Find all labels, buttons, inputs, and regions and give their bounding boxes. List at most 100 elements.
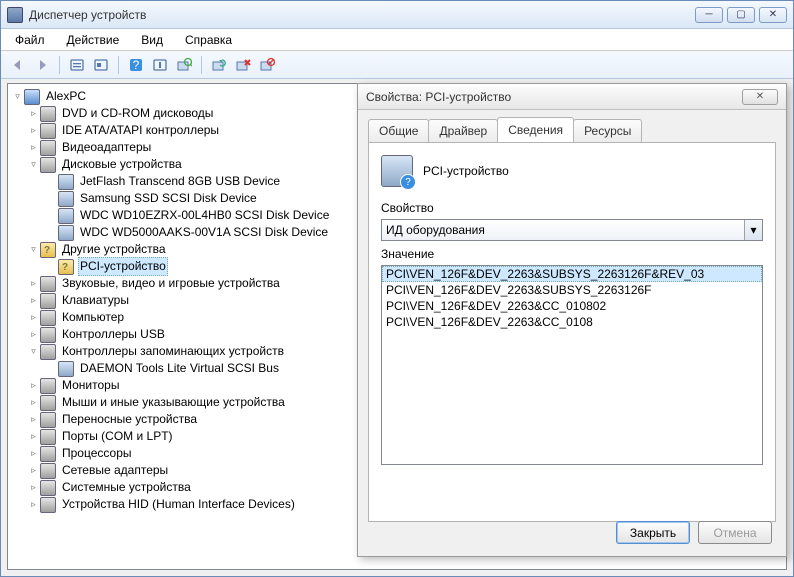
help-button[interactable]: ? [125, 54, 147, 76]
menu-help[interactable]: Справка [175, 31, 242, 49]
tree-ports[interactable]: Порты (COM и LPT) [60, 428, 175, 445]
drive-icon [58, 191, 74, 207]
expand-icon[interactable]: ▹ [28, 142, 39, 153]
category-icon [40, 344, 56, 360]
disable-button[interactable] [256, 54, 278, 76]
close-button[interactable]: ✕ [759, 7, 787, 23]
uninstall-button[interactable] [232, 54, 254, 76]
toolbar: ? [1, 51, 793, 79]
expand-icon[interactable]: ▹ [28, 108, 39, 119]
expand-icon[interactable]: ▿ [28, 159, 39, 170]
tree-pci-device[interactable]: PCI-устройство [78, 257, 168, 276]
expand-icon[interactable]: ▹ [28, 465, 39, 476]
unknown-device-icon [58, 259, 74, 275]
expand-icon[interactable]: ▹ [28, 380, 39, 391]
scan-button[interactable] [173, 54, 195, 76]
category-icon [40, 395, 56, 411]
tab-general[interactable]: Общие [368, 119, 429, 142]
drive-icon [58, 208, 74, 224]
expand-icon[interactable]: ▹ [28, 278, 39, 289]
tree-storage-ctl[interactable]: Контроллеры запоминающих устройств [60, 343, 286, 360]
computer-icon [24, 89, 40, 105]
forward-button[interactable] [31, 54, 53, 76]
tabpanel-details: PCI-устройство Свойство ИД оборудования … [368, 142, 776, 522]
properties-button[interactable] [149, 54, 171, 76]
expand-icon[interactable]: ▹ [28, 295, 39, 306]
tab-resources[interactable]: Ресурсы [573, 119, 642, 142]
expand-icon[interactable]: ▹ [28, 329, 39, 340]
expand-icon[interactable]: ▹ [28, 448, 39, 459]
tree-root[interactable]: AlexPC [44, 88, 88, 105]
category-icon [40, 157, 56, 173]
expand-icon[interactable]: ▹ [28, 312, 39, 323]
tree-ide[interactable]: IDE ATA/ATAPI контроллеры [60, 122, 221, 139]
tree-monitors[interactable]: Мониторы [60, 377, 121, 394]
dialog-close-button[interactable]: ✕ [742, 89, 778, 105]
property-value: ИД оборудования [386, 223, 485, 237]
titlebar[interactable]: Диспетчер устройств ─ ▢ ✕ [1, 1, 793, 29]
tree-computer[interactable]: Компьютер [60, 309, 126, 326]
tree-disk-item[interactable]: WDC WD10EZRX-00L4HB0 SCSI Disk Device [78, 207, 331, 224]
tree-usb[interactable]: Контроллеры USB [60, 326, 167, 343]
category-icon [40, 446, 56, 462]
list-item[interactable]: PCI\VEN_126F&DEV_2263&SUBSYS_2263126F [382, 282, 762, 298]
expand-icon[interactable]: ▹ [28, 125, 39, 136]
tree-other[interactable]: Другие устройства [60, 241, 168, 258]
tree-hid[interactable]: Устройства HID (Human Interface Devices) [60, 496, 297, 513]
expand-icon[interactable]: ▿ [12, 91, 23, 102]
expand-icon[interactable]: ▿ [28, 244, 39, 255]
device-manager-window: Диспетчер устройств ─ ▢ ✕ Файл Действие … [0, 0, 794, 577]
tree-sound[interactable]: Звуковые, видео и игровые устройства [60, 275, 282, 292]
tree-cpu[interactable]: Процессоры [60, 445, 134, 462]
tree-disk-item[interactable]: Samsung SSD SCSI Disk Device [78, 190, 259, 207]
category-icon [40, 378, 56, 394]
category-icon [40, 310, 56, 326]
dialog-titlebar[interactable]: Свойства: PCI-устройство ✕ [358, 84, 786, 110]
device-name: PCI-устройство [423, 164, 509, 178]
maximize-button[interactable]: ▢ [727, 7, 755, 23]
expand-icon[interactable]: ▹ [28, 499, 39, 510]
tree-video[interactable]: Видеоадаптеры [60, 139, 153, 156]
drive-icon [58, 174, 74, 190]
category-icon [40, 293, 56, 309]
menu-view[interactable]: Вид [131, 31, 173, 49]
tree-sysdev[interactable]: Системные устройства [60, 479, 193, 496]
list-item[interactable]: PCI\VEN_126F&DEV_2263&CC_0108 [382, 314, 762, 330]
menu-action[interactable]: Действие [57, 31, 130, 49]
expand-icon[interactable]: ▹ [28, 431, 39, 442]
show-hidden-button[interactable] [66, 54, 88, 76]
tree-storage-item[interactable]: DAEMON Tools Lite Virtual SCSI Bus [78, 360, 281, 377]
tree-disk-item[interactable]: JetFlash Transcend 8GB USB Device [78, 173, 282, 190]
dialog-title: Свойства: PCI-устройство [366, 90, 742, 104]
expand-icon[interactable]: ▿ [28, 346, 39, 357]
tree-disk-item[interactable]: WDC WD5000AAKS-00V1A SCSI Disk Device [78, 224, 330, 241]
unknown-device-icon [381, 155, 413, 187]
list-item[interactable]: PCI\VEN_126F&DEV_2263&SUBSYS_2263126F&RE… [382, 266, 762, 282]
svg-text:?: ? [133, 58, 140, 72]
list-button[interactable] [90, 54, 112, 76]
menu-file[interactable]: Файл [5, 31, 55, 49]
tree-cdrom[interactable]: DVD и CD-ROM дисководы [60, 105, 215, 122]
expand-icon[interactable]: ▹ [28, 482, 39, 493]
category-icon [40, 480, 56, 496]
back-button[interactable] [7, 54, 29, 76]
tree-mouse[interactable]: Мыши и иные указывающие устройства [60, 394, 287, 411]
tab-driver[interactable]: Драйвер [428, 119, 498, 142]
category-icon [40, 497, 56, 513]
update-button[interactable] [208, 54, 230, 76]
drive-icon [58, 361, 74, 377]
close-button[interactable]: Закрыть [616, 521, 690, 544]
tree-keyboard[interactable]: Клавиатуры [60, 292, 131, 309]
property-combobox[interactable]: ИД оборудования ▾ [381, 219, 763, 241]
list-item[interactable]: PCI\VEN_126F&DEV_2263&CC_010802 [382, 298, 762, 314]
menubar: Файл Действие Вид Справка [1, 29, 793, 51]
expand-icon[interactable]: ▹ [28, 397, 39, 408]
tab-details[interactable]: Сведения [497, 117, 574, 142]
tree-portable[interactable]: Переносные устройства [60, 411, 199, 428]
chevron-down-icon[interactable]: ▾ [744, 220, 762, 240]
tree-disks[interactable]: Дисковые устройства [60, 156, 184, 173]
value-listbox[interactable]: PCI\VEN_126F&DEV_2263&SUBSYS_2263126F&RE… [381, 265, 763, 465]
tree-net[interactable]: Сетевые адаптеры [60, 462, 170, 479]
expand-icon[interactable]: ▹ [28, 414, 39, 425]
minimize-button[interactable]: ─ [695, 7, 723, 23]
